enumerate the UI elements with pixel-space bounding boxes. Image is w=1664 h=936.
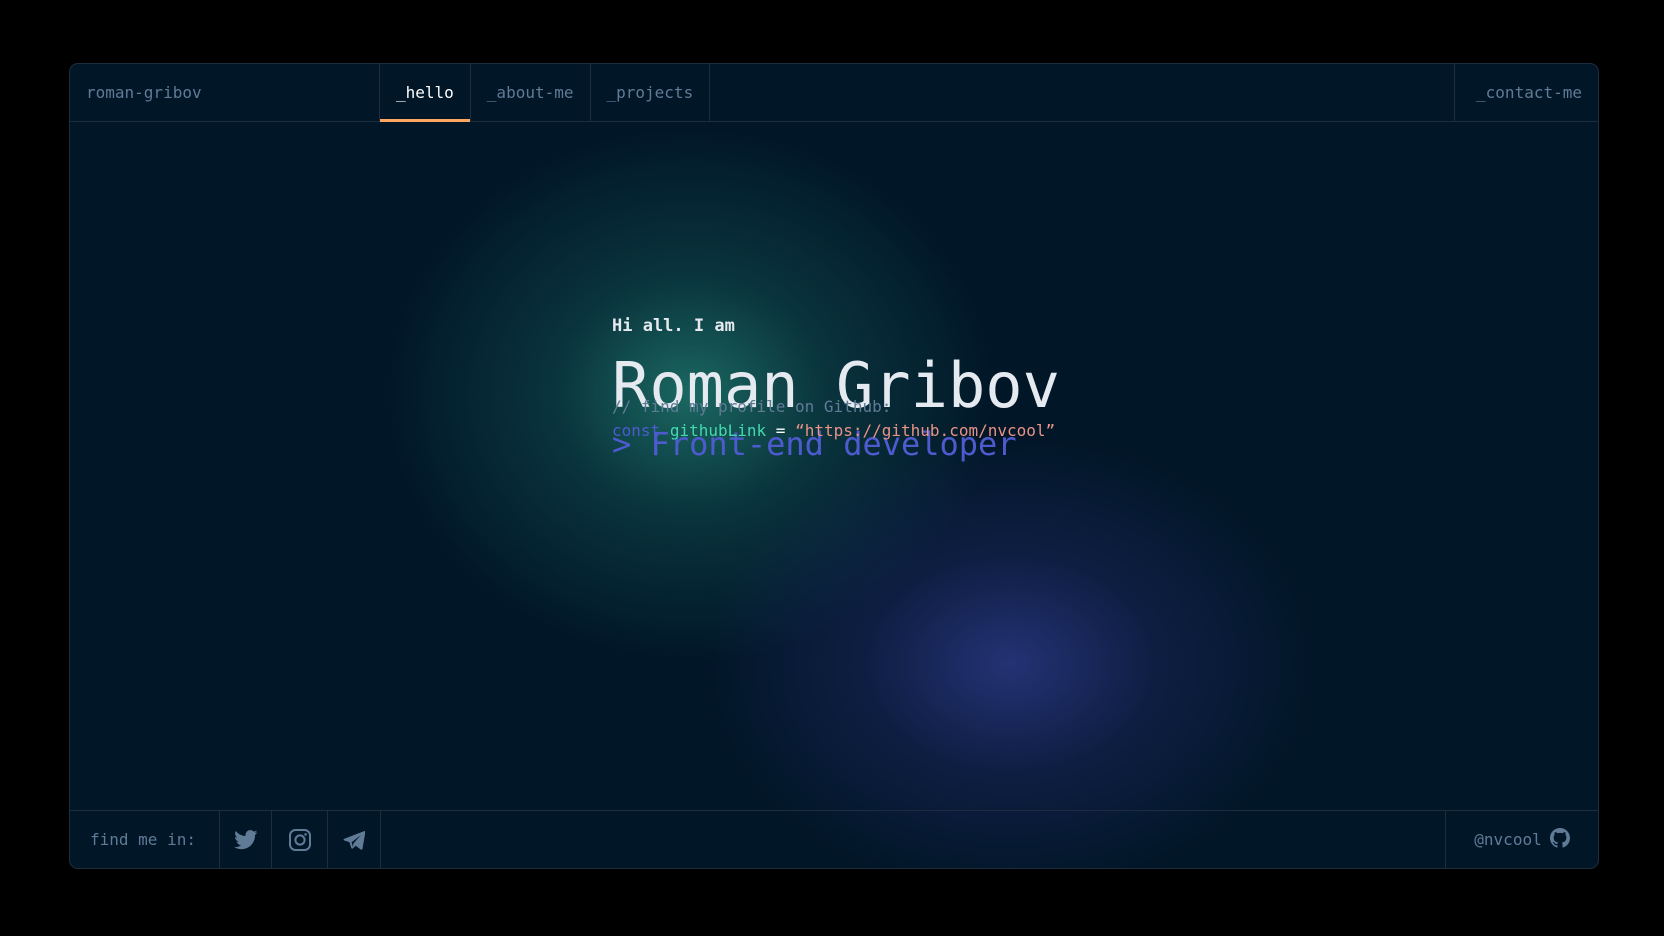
code-line: const githubLink = “https://github.com/n… [612,419,1055,443]
tab-projects[interactable]: _projects [591,64,711,121]
code-keyword: const [612,421,661,440]
twitter-link[interactable] [220,811,272,868]
github-code-snippet: // find my profile on Github: const gith… [612,395,1055,443]
telegram-icon [343,830,365,850]
github-handle: @nvcool [1474,830,1542,849]
tab-about-me[interactable]: _about-me [471,64,591,121]
twitter-icon [233,829,258,850]
code-comment: // find my profile on Github: [612,397,892,416]
github-icon [1549,827,1570,852]
telegram-link[interactable] [328,811,381,868]
instagram-link[interactable] [272,811,328,868]
app-window: roman-gribov _hello _about-me _projects … [69,63,1599,869]
code-operator: = [775,421,786,440]
hero-section: Hi all. I am Roman Gribov > Front-end de… [612,314,1060,463]
tab-hello[interactable]: _hello [380,64,471,122]
background-glow-blue [690,424,1330,868]
top-navigation: roman-gribov _hello _about-me _projects … [70,64,1598,122]
github-link[interactable]: “https://github.com/nvcool” [795,421,1055,440]
instagram-icon [288,828,312,852]
header-spacer [710,64,1454,121]
find-me-label: find me in: [70,811,220,868]
greeting-text: Hi all. I am [612,316,735,336]
footer-bar: find me in: @nvcool [70,810,1598,868]
code-variable: githubLink [669,421,767,440]
site-brand[interactable]: roman-gribov [70,64,380,121]
tab-contact-me[interactable]: _contact-me [1454,64,1598,121]
github-profile-link[interactable]: @nvcool [1445,811,1598,868]
